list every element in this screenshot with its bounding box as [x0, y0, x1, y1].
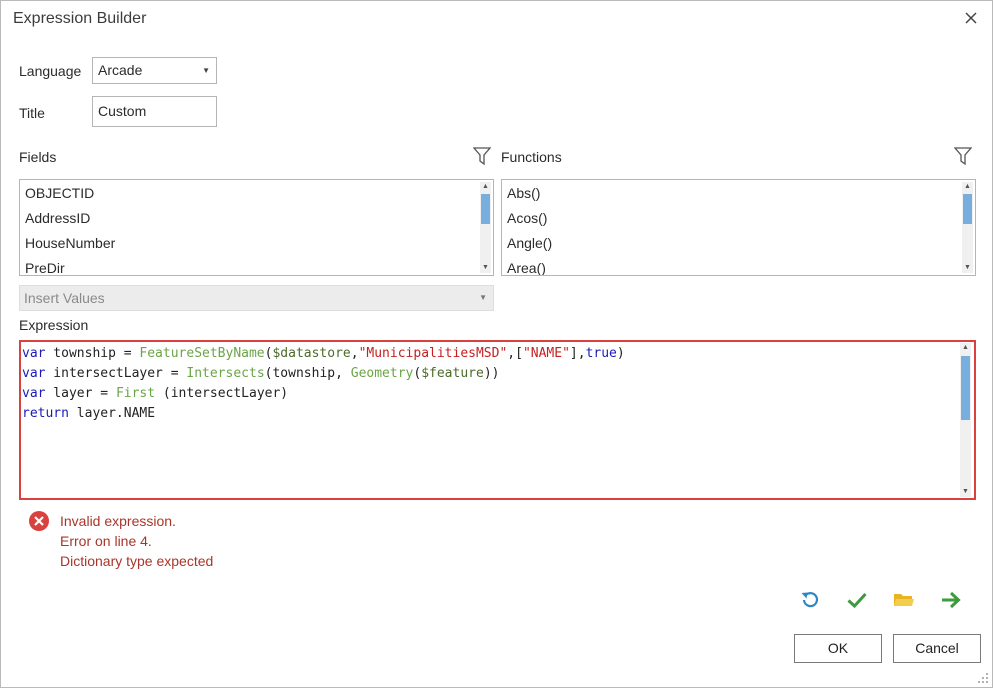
list-item[interactable]: AddressID: [20, 206, 493, 231]
functions-filter-icon[interactable]: [954, 146, 972, 166]
title-input[interactable]: Custom: [92, 96, 217, 127]
ok-button[interactable]: OK: [794, 634, 882, 663]
cancel-button[interactable]: Cancel: [893, 634, 981, 663]
expression-editor[interactable]: var township = FeatureSetByName($datasto…: [19, 340, 976, 500]
dialog-title: Expression Builder: [13, 10, 147, 27]
list-item[interactable]: HouseNumber: [20, 231, 493, 256]
fields-list[interactable]: OBJECTID AddressID HouseNumber PreDir ▲ …: [19, 179, 494, 276]
list-item[interactable]: Angle(): [502, 231, 975, 256]
fields-label: Fields: [19, 149, 57, 165]
scroll-up-icon[interactable]: ▲: [480, 182, 491, 192]
scroll-up-icon[interactable]: ▲: [962, 182, 973, 192]
insert-values-label: Insert Values: [24, 290, 105, 306]
title-input-value: Custom: [98, 103, 147, 119]
check-icon[interactable]: [845, 588, 869, 612]
functions-list[interactable]: Abs() Acos() Angle() Area() ▲ ▼: [501, 179, 976, 276]
list-item[interactable]: Acos(): [502, 206, 975, 231]
scroll-thumb[interactable]: [481, 194, 490, 224]
error-message-detail: Dictionary type expected: [60, 553, 214, 569]
title-label: Title: [19, 105, 45, 121]
functions-label: Functions: [501, 149, 562, 165]
scroll-thumb[interactable]: [961, 356, 970, 420]
scroll-up-icon[interactable]: ▲: [960, 343, 971, 353]
language-value: Arcade: [98, 62, 143, 78]
expression-scrollbar[interactable]: ▲ ▼: [960, 343, 971, 497]
list-item[interactable]: Abs(): [502, 181, 975, 206]
close-icon[interactable]: [960, 7, 982, 29]
list-item[interactable]: OBJECTID: [20, 181, 493, 206]
arrow-right-icon[interactable]: [939, 588, 963, 612]
functions-scrollbar[interactable]: ▲ ▼: [962, 182, 973, 273]
folder-icon[interactable]: [892, 588, 916, 612]
fields-scrollbar[interactable]: ▲ ▼: [480, 182, 491, 273]
language-select[interactable]: Arcade ▼: [92, 57, 217, 84]
expression-builder-dialog: Expression Builder Language Arcade ▼ Tit…: [0, 0, 993, 688]
chevron-down-icon: ▼: [202, 66, 210, 75]
resize-grip-icon[interactable]: [977, 672, 989, 684]
expression-code[interactable]: var township = FeatureSetByName($datasto…: [22, 344, 625, 424]
scroll-thumb[interactable]: [963, 194, 972, 224]
error-message-title: Invalid expression.: [60, 513, 176, 529]
scroll-down-icon[interactable]: ▼: [480, 263, 491, 273]
scroll-down-icon[interactable]: ▼: [962, 263, 973, 273]
fields-filter-icon[interactable]: [473, 146, 491, 166]
error-icon: [29, 511, 49, 531]
error-message-line: Error on line 4.: [60, 533, 152, 549]
insert-values-select: Insert Values ▼: [19, 285, 494, 311]
scroll-down-icon[interactable]: ▼: [960, 487, 971, 497]
language-label: Language: [19, 63, 82, 79]
list-item[interactable]: PreDir: [20, 256, 493, 275]
list-item[interactable]: Area(): [502, 256, 975, 275]
expression-label: Expression: [19, 317, 89, 333]
chevron-down-icon: ▼: [479, 293, 487, 302]
undo-icon[interactable]: [798, 588, 822, 612]
